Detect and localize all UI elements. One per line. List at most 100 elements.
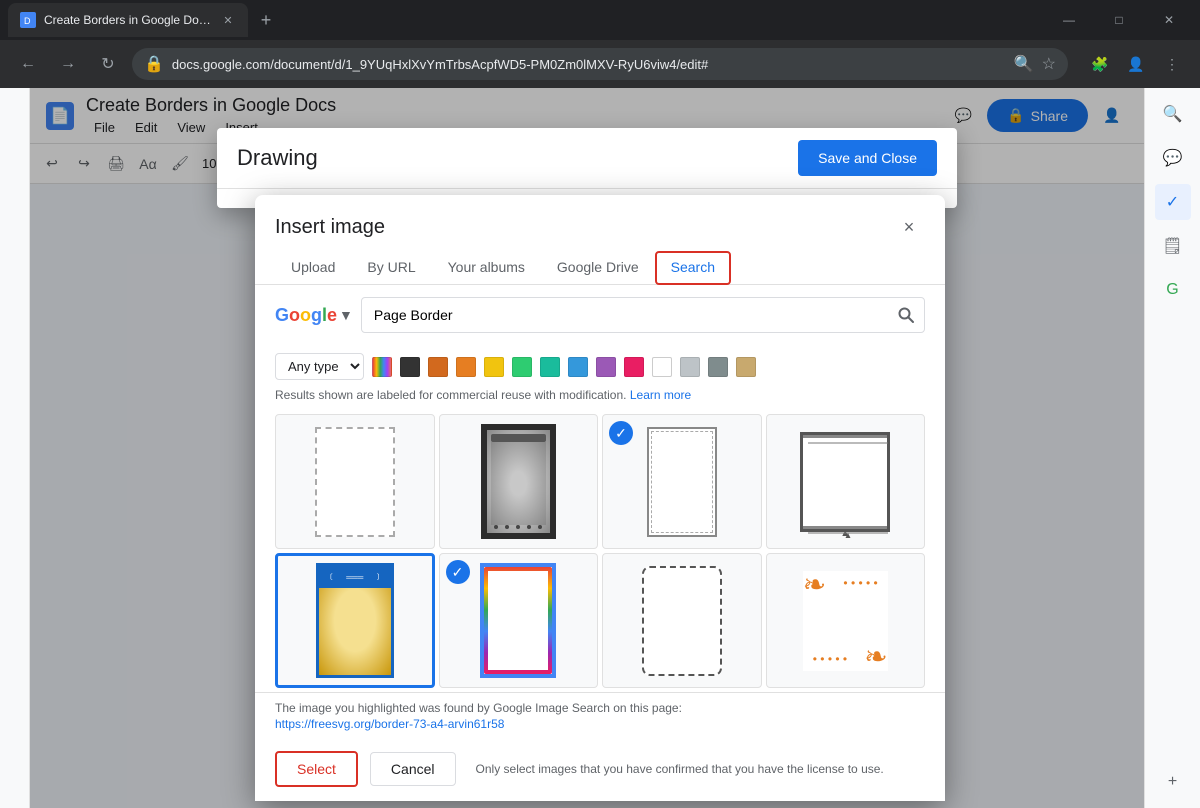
profile-icon[interactable]: 👤: [1120, 48, 1152, 80]
address-bar: ← → ↻ 🔒 docs.google.com/document/d/1_9YU…: [0, 40, 1200, 88]
color-swatch-black[interactable]: [400, 357, 420, 377]
window-controls: — □ ✕: [1046, 4, 1192, 36]
tab-bar: D Create Borders in Google Docs - ✕ + — …: [0, 0, 1200, 40]
search-row: G o o g l e ▼: [275, 297, 925, 333]
back-button[interactable]: ←: [12, 48, 44, 80]
tab-google-drive[interactable]: Google Drive: [541, 251, 655, 285]
image-result-8[interactable]: ❧ • • • • • • • • • • ❧: [766, 553, 926, 688]
new-tab-button[interactable]: +: [252, 6, 280, 34]
image-result-2[interactable]: [439, 414, 599, 549]
maximize-button[interactable]: □: [1096, 4, 1142, 36]
sidebar-add-icon[interactable]: +: [1155, 764, 1191, 800]
color-swatch-green[interactable]: [512, 357, 532, 377]
sidebar-contacts-icon[interactable]: G: [1155, 272, 1191, 308]
dialog-source-info: The image you highlighted was found by G…: [255, 692, 945, 741]
color-swatch-gray[interactable]: [708, 357, 728, 377]
border-bottom-decoration: [491, 525, 546, 529]
drawing-header: Drawing Save and Close: [217, 128, 957, 189]
active-tab[interactable]: D Create Borders in Google Docs - ✕: [8, 3, 248, 37]
color-swatch-brown[interactable]: [428, 357, 448, 377]
sidebar-chat-icon[interactable]: 💬: [1155, 140, 1191, 176]
border-image-8: ❧ • • • • • • • • • • ❧: [803, 571, 888, 671]
tab-title: Create Borders in Google Docs -: [44, 13, 212, 27]
color-swatch-pink[interactable]: [624, 357, 644, 377]
sidebar-notes-icon[interactable]: 🗒: [1155, 228, 1191, 264]
insert-image-title: Insert image: [275, 216, 385, 239]
color-swatch-light-gray[interactable]: [680, 357, 700, 377]
border-image-4: [800, 432, 890, 532]
minimize-button[interactable]: —: [1046, 4, 1092, 36]
menu-icon[interactable]: ⋮: [1156, 48, 1188, 80]
border-image-5: 〔 ═══ 〕: [316, 563, 394, 678]
image-result-6[interactable]: ✓: [439, 553, 599, 688]
color-swatch-yellow[interactable]: [484, 357, 504, 377]
search-input[interactable]: [362, 307, 888, 323]
url-text: docs.google.com/document/d/1_9YUqHxlXvYm…: [172, 57, 1006, 72]
browser-chrome: D Create Borders in Google Docs - ✕ + — …: [0, 0, 1200, 88]
tab-search[interactable]: Search: [655, 251, 731, 285]
selected-checkmark-2: ✓: [446, 560, 470, 584]
close-window-button[interactable]: ✕: [1146, 4, 1192, 36]
border-top-decoration: [491, 434, 546, 442]
insert-image-header: Insert image ×: [255, 195, 945, 251]
learn-more-link[interactable]: Learn more: [630, 388, 691, 402]
border-image-2: [481, 424, 556, 539]
select-button[interactable]: Select: [275, 751, 358, 787]
url-bar[interactable]: 🔒 docs.google.com/document/d/1_9YUqHxlXv…: [132, 48, 1068, 80]
license-notice-text: Results shown are labeled for commercial…: [275, 388, 627, 402]
color-swatch-purple[interactable]: [596, 357, 616, 377]
save-close-button[interactable]: Save and Close: [798, 140, 937, 176]
image-result-7[interactable]: [602, 553, 762, 688]
forward-button[interactable]: →: [52, 48, 84, 80]
image-result-5[interactable]: 〔 ═══ 〕: [275, 553, 435, 688]
search-button[interactable]: [888, 297, 924, 333]
tab-your-albums[interactable]: Your albums: [432, 251, 541, 285]
floral-bottom-right: ❧: [864, 643, 887, 671]
url-icons: 🔍 ☆: [1014, 54, 1056, 74]
docs-right-sidebar: 🔍 💬 ✓ 🗒 G +: [1144, 88, 1200, 808]
star-icon[interactable]: ☆: [1042, 54, 1056, 74]
sidebar-tasks-icon[interactable]: ✓: [1155, 184, 1191, 220]
image-result-1[interactable]: [275, 414, 435, 549]
image-result-4[interactable]: [766, 414, 926, 549]
tab-close-button[interactable]: ✕: [220, 12, 236, 28]
color-swatch-white[interactable]: [652, 357, 672, 377]
lock-icon: 🔒: [144, 54, 164, 74]
tab-by-url[interactable]: By URL: [351, 251, 431, 285]
insert-image-tabs: Upload By URL Your albums Google Drive S…: [255, 251, 945, 285]
border-image-7: [642, 566, 722, 676]
refresh-button[interactable]: ↻: [92, 48, 124, 80]
google-logo: G o o g l e ▼: [275, 305, 353, 326]
border-image-1: [315, 427, 395, 537]
license-notice: Results shown are labeled for commercial…: [255, 384, 945, 410]
image-grid: ✓: [255, 410, 945, 692]
color-swatch-tan[interactable]: [736, 357, 756, 377]
cancel-button[interactable]: Cancel: [370, 752, 456, 786]
filter-row: Any type: [255, 345, 945, 384]
source-info-text: The image you highlighted was found by G…: [275, 701, 925, 715]
tab-favicon: D: [20, 12, 36, 28]
selected-checkmark: ✓: [609, 421, 633, 445]
insert-image-dialog: Insert image × Upload By URL Your albums…: [255, 195, 945, 801]
sidebar-explore-icon[interactable]: 🔍: [1155, 96, 1191, 132]
border-image-3: [647, 427, 717, 537]
docs-left-sidebar: [0, 88, 30, 808]
color-swatch-teal[interactable]: [540, 357, 560, 377]
dialog-actions: Select Cancel Only select images that yo…: [255, 741, 945, 801]
color-swatch-blue[interactable]: [568, 357, 588, 377]
search-area: G o o g l e ▼: [255, 285, 945, 345]
svg-text:D: D: [24, 16, 31, 26]
image-result-3[interactable]: ✓: [602, 414, 762, 549]
search-input-wrapper: [361, 297, 925, 333]
browser-toolbar: 🧩 👤 ⋮: [1084, 48, 1188, 80]
type-filter-select[interactable]: Any type: [275, 353, 364, 380]
extensions-icon[interactable]: 🧩: [1084, 48, 1116, 80]
color-swatch-orange[interactable]: [456, 357, 476, 377]
insert-image-close-button[interactable]: ×: [893, 211, 925, 243]
source-link[interactable]: https://freesvg.org/border-73-a4-arvin61…: [275, 717, 504, 731]
tab-upload[interactable]: Upload: [275, 251, 351, 285]
license-warning-text: Only select images that you have confirm…: [476, 762, 884, 776]
drawing-title: Drawing: [237, 145, 318, 171]
color-swatch-rainbow[interactable]: [372, 357, 392, 377]
floral-top-left: ❧: [803, 571, 826, 599]
